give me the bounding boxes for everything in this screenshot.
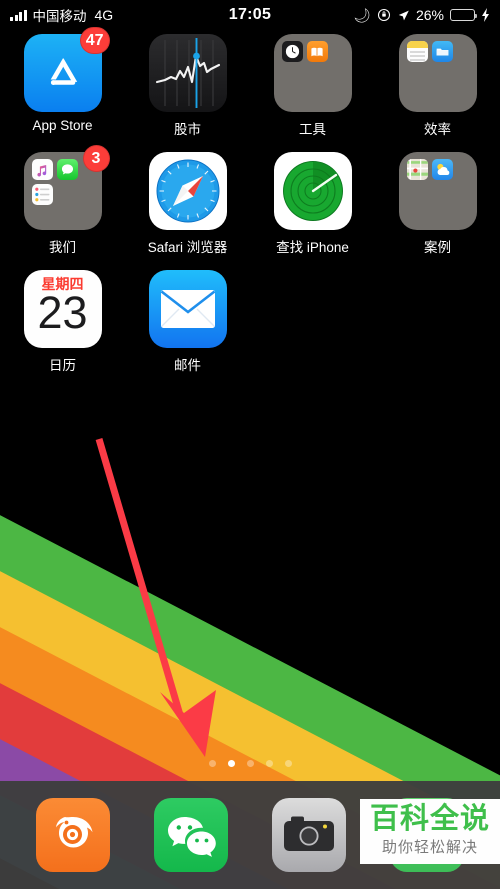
icon-row-1: 47 App Store 股市 工具 效率 xyxy=(0,27,500,152)
badge-count: 47 xyxy=(79,27,110,54)
app-icon-safari[interactable]: Safari 浏览器 xyxy=(125,152,250,256)
folder-icon xyxy=(398,152,477,230)
folder-icon xyxy=(398,34,477,112)
page-dot[interactable] xyxy=(246,760,254,767)
app-label: 邮件 xyxy=(174,358,201,373)
badge-count: 3 xyxy=(82,145,110,172)
app-icon-find-my-iphone[interactable]: 查找 iPhone xyxy=(250,152,375,256)
stocks-icon xyxy=(148,34,227,112)
uc-browser-icon[interactable] xyxy=(36,798,110,872)
camera-icon[interactable] xyxy=(272,798,346,872)
page-dot[interactable] xyxy=(265,760,273,767)
clock-icon xyxy=(281,41,303,62)
app-icon-mail[interactable]: 邮件 xyxy=(125,270,250,374)
find-my-iphone-icon xyxy=(273,152,352,230)
maps-icon xyxy=(406,159,428,180)
status-bar-right: 🌙︎ 26% xyxy=(353,7,490,24)
app-label: 工具 xyxy=(299,122,326,137)
folder-icon xyxy=(273,34,352,112)
app-icon-app-store[interactable]: 47 App Store xyxy=(0,27,125,138)
folder-icon-tools[interactable]: 工具 xyxy=(250,34,375,138)
folder-icon-cases[interactable]: 案例 xyxy=(375,152,500,256)
folder-icon-women[interactable]: 3 我们 xyxy=(0,145,125,256)
files-icon xyxy=(431,41,453,62)
battery-percentage: 26% xyxy=(415,7,444,23)
app-icon-calendar[interactable]: 星期四 23 日历 xyxy=(0,270,125,374)
app-icon-stocks[interactable]: 股市 xyxy=(125,34,250,138)
music-icon xyxy=(31,159,53,180)
app-label: 我们 xyxy=(49,240,76,255)
empty-slot xyxy=(250,270,375,374)
mail-icon xyxy=(148,270,227,348)
icon-row-3: 星期四 23 日历 邮件 xyxy=(0,270,500,388)
messages-icon xyxy=(56,159,78,180)
notes-icon xyxy=(406,41,428,62)
battery-icon xyxy=(450,9,478,21)
watermark: 百科全说 助你轻松解决 xyxy=(360,798,500,864)
location-arrow-icon xyxy=(398,10,409,20)
moon-icon: 🌙︎ xyxy=(353,6,371,23)
page-dots[interactable] xyxy=(0,760,500,767)
app-label: App Store xyxy=(32,118,93,133)
page-dot-active[interactable] xyxy=(227,760,235,767)
app-label: 股市 xyxy=(174,122,201,137)
weather-icon xyxy=(431,159,453,180)
rotation-lock-icon xyxy=(377,8,391,22)
app-label: 效率 xyxy=(424,122,451,137)
reminders-icon xyxy=(31,184,53,205)
status-bar: 中国移动 4G 17:05 🌙︎ 26% xyxy=(0,0,500,30)
calendar-icon: 星期四 23 xyxy=(23,270,102,348)
icon-row-2: 3 我们 Safari 浏览器 查找 iPhone 案例 xyxy=(0,145,500,270)
app-label: 查找 iPhone xyxy=(276,240,349,255)
app-label: 案例 xyxy=(424,240,451,255)
app-label: Safari 浏览器 xyxy=(147,240,228,255)
page-dot[interactable] xyxy=(284,760,292,767)
app-label: 日历 xyxy=(49,358,76,373)
page-dot[interactable] xyxy=(208,760,216,767)
lightning-bolt-icon xyxy=(482,8,489,22)
app-icon-grid: 47 App Store 股市 工具 效率 3 我们 Safari 浏览器 查找… xyxy=(0,27,500,388)
calendar-day: 23 xyxy=(37,287,88,338)
safari-icon xyxy=(148,152,227,230)
wechat-icon[interactable] xyxy=(154,798,228,872)
books-icon xyxy=(306,41,328,62)
watermark-subtitle: 助你轻松解决 xyxy=(381,839,478,856)
iphone-home-screen: 中国移动 4G 17:05 🌙︎ 26% 47 App Store 股市 工具 … xyxy=(0,0,500,889)
watermark-title: 百科全说 xyxy=(369,802,490,835)
empty-slot xyxy=(375,270,500,374)
folder-icon-productivity[interactable]: 效率 xyxy=(375,34,500,138)
